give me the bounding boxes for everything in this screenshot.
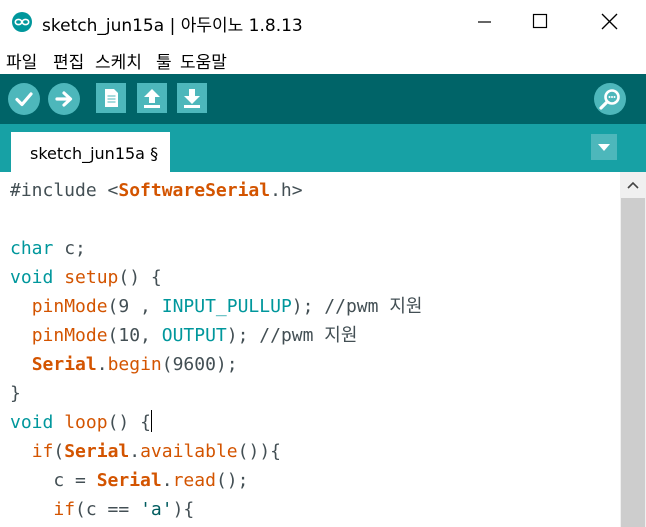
scroll-up-button[interactable] (620, 172, 646, 198)
new-icon (105, 89, 118, 107)
maximize-button[interactable] (509, 0, 573, 44)
save-icon (184, 89, 200, 108)
save-button[interactable] (177, 83, 207, 113)
code-token: . (161, 470, 173, 491)
code-token: #include < (10, 180, 119, 201)
code-token: ); //pwm 지원 (226, 325, 358, 346)
code-token: void (10, 267, 54, 288)
code-token: pinMode (31, 296, 108, 317)
menu-edit[interactable]: 편집 (53, 48, 84, 73)
code-token: . (129, 441, 141, 462)
code-token: available (140, 441, 238, 462)
verify-icon (15, 92, 33, 107)
maximize-icon (532, 13, 548, 29)
arduino-logo-icon (12, 12, 32, 32)
code-token: loop (64, 412, 108, 433)
code-editor[interactable]: #include <SoftwareSerial.h> char c; void s… (0, 172, 620, 527)
serial-monitor-icon (599, 89, 620, 110)
verify-button[interactable] (8, 83, 40, 115)
code-token: void (10, 412, 54, 433)
code-token: 'a' (140, 499, 173, 520)
tab-bar: sketch_jun15a § (0, 124, 646, 172)
code-token: () { (118, 267, 162, 288)
code-token: ( (53, 441, 65, 462)
code-token: Serial (96, 470, 162, 491)
menu-tools[interactable]: 툴 (156, 48, 172, 73)
upload-button[interactable] (48, 83, 80, 115)
open-button[interactable] (137, 83, 167, 113)
toolbar (0, 74, 646, 124)
code-token: begin (107, 354, 162, 375)
code-token: () { (107, 412, 151, 433)
minimize-button[interactable] (453, 0, 517, 44)
code-line: Serial.begin(9600); (10, 350, 238, 379)
code-token: if (53, 499, 76, 520)
code-line: if(c == 'a'){ (10, 495, 194, 524)
code-token: (9600); (161, 354, 238, 375)
chevron-down-icon (598, 144, 610, 151)
menu-file[interactable]: 파일 (6, 48, 37, 73)
code-token: (c == (75, 499, 141, 520)
minimize-icon (478, 21, 491, 23)
code-token: (); (215, 470, 249, 491)
menu-help[interactable]: 도움말 (180, 48, 227, 73)
code-token: pinMode (31, 325, 108, 346)
code-token: . (96, 354, 108, 375)
code-token: } (10, 383, 21, 404)
menu-sketch[interactable]: 스케치 (95, 48, 142, 73)
code-token: INPUT_PULLUP (161, 296, 292, 317)
code-token: ()){ (237, 441, 281, 462)
code-token: (9 , (107, 296, 162, 317)
close-icon (601, 13, 618, 30)
title-bar: sketch_jun15a | 아두이노 1.8.13 (0, 0, 646, 44)
code-token: SoftwareSerial (118, 180, 271, 201)
code-token: char (10, 238, 54, 259)
code-token: OUTPUT (161, 325, 227, 346)
vertical-scrollbar[interactable] (620, 172, 646, 527)
serial-monitor-button[interactable] (594, 83, 626, 115)
code-token: ){ (172, 499, 195, 520)
code-line: } (10, 379, 21, 408)
tab-menu-button[interactable] (591, 134, 617, 160)
open-icon (144, 89, 160, 108)
window-title: sketch_jun15a | 아두이노 1.8.13 (42, 16, 303, 36)
close-button[interactable] (578, 0, 642, 44)
tab-label: sketch_jun15a § (30, 144, 159, 163)
code-line: void setup() { (10, 263, 162, 292)
menu-bar: 파일 편집 스케치 툴 도움말 (0, 44, 646, 74)
code-line: c = Serial.read(); (10, 466, 248, 495)
tab-sketch[interactable]: sketch_jun15a § (11, 132, 170, 172)
code-line: #include <SoftwareSerial.h> (10, 176, 303, 205)
code-token: c = (10, 470, 97, 491)
code-token: read (172, 470, 216, 491)
upload-icon (55, 91, 73, 107)
code-line: pinMode(9 , INPUT_PULLUP); //pwm 지원 (10, 292, 423, 321)
code-line: void loop() { (10, 408, 152, 437)
scroll-thumb[interactable] (621, 198, 645, 527)
new-button[interactable] (96, 83, 126, 113)
code-line: pinMode(10, OUTPUT); //pwm 지원 (10, 321, 358, 350)
code-token: setup (64, 267, 119, 288)
code-token: Serial (64, 441, 130, 462)
text-caret (150, 410, 152, 432)
code-token: .h> (270, 180, 303, 201)
code-token: Serial (31, 354, 97, 375)
code-token: (10, (107, 325, 162, 346)
code-token: ); //pwm 지원 (291, 296, 423, 317)
chevron-up-icon (627, 181, 639, 189)
code-line: if(Serial.available()){ (10, 437, 281, 466)
code-token: if (31, 441, 54, 462)
code-token: c; (53, 238, 86, 259)
code-line: char c; (10, 234, 86, 263)
